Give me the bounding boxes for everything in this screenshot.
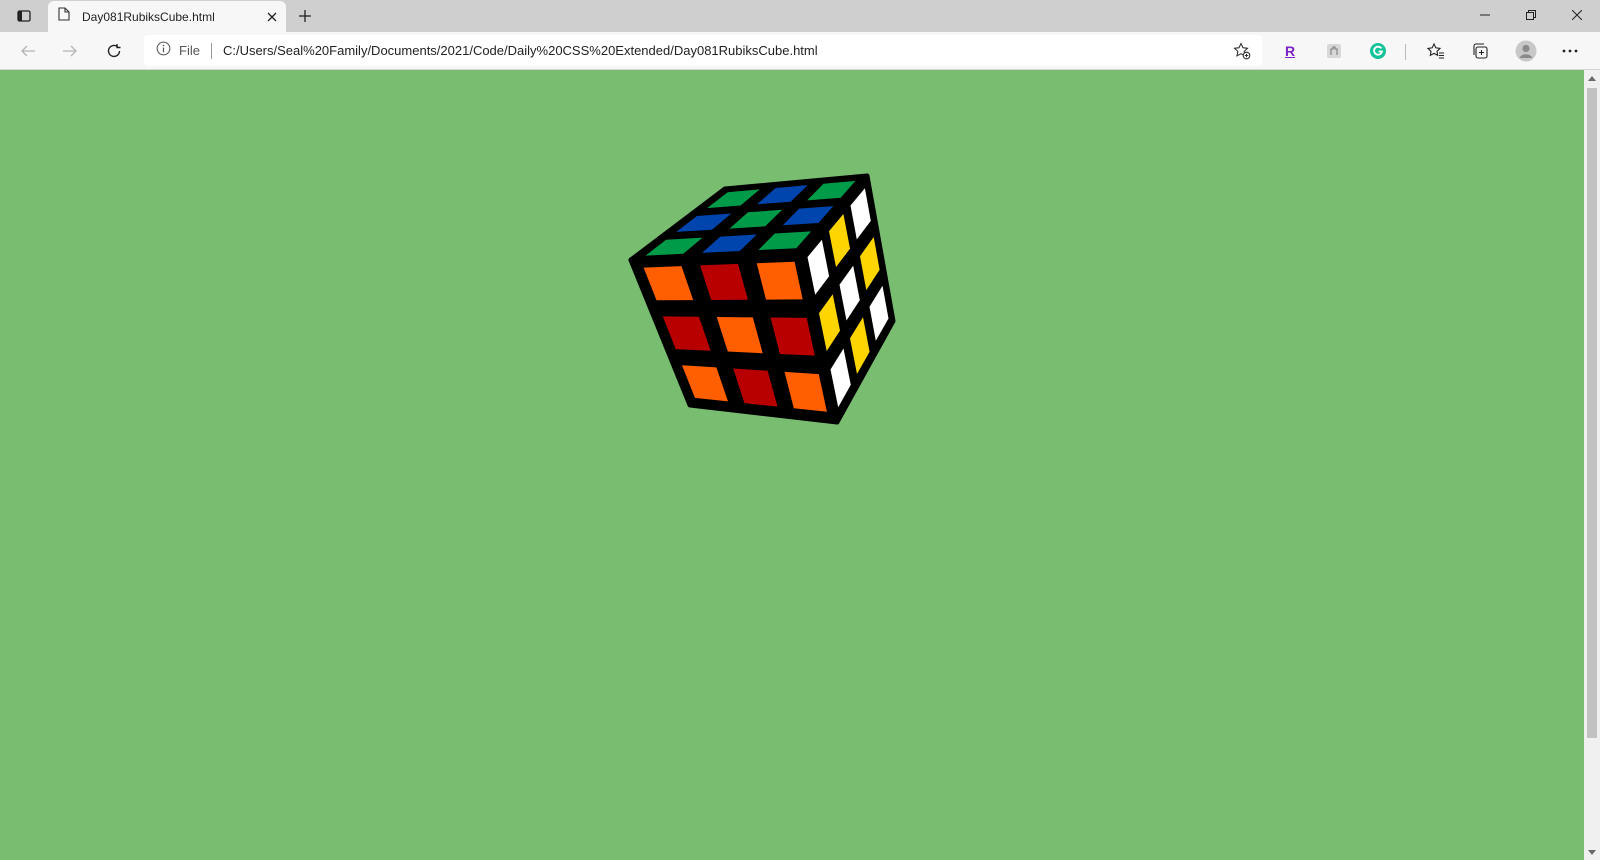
tab-title: Day081RubiksCube.html (82, 9, 215, 24)
arrow-right-icon[interactable] (54, 35, 86, 67)
info-icon[interactable] (156, 41, 171, 61)
extension-puzzle-icon[interactable] (1318, 35, 1350, 67)
scheme-label: File (179, 43, 200, 58)
extension-r[interactable]: R (1274, 35, 1306, 67)
collections-icon[interactable] (1464, 35, 1496, 67)
title-bar: Day081RubiksCube.html (0, 0, 1600, 32)
address-divider (210, 42, 212, 59)
vertical-scrollbar[interactable] (1584, 70, 1600, 860)
refresh-icon[interactable] (98, 35, 130, 67)
page-viewport (0, 70, 1584, 860)
close-window-icon[interactable] (1554, 0, 1600, 30)
scroll-up-icon[interactable] (1584, 70, 1600, 86)
scroll-thumb[interactable] (1587, 88, 1597, 738)
favorites-icon[interactable] (1420, 35, 1452, 67)
toolbar: File C:/Users/Seal%20Family/Documents/20… (0, 32, 1600, 70)
profile-icon[interactable] (1510, 35, 1542, 67)
grammarly-icon[interactable] (1362, 35, 1394, 67)
plus-icon[interactable] (292, 4, 318, 28)
toolbar-divider (1405, 44, 1406, 60)
scroll-down-icon[interactable] (1584, 844, 1600, 860)
address-bar[interactable]: File C:/Users/Seal%20Family/Documents/20… (144, 35, 1262, 66)
svg-text:R: R (1285, 43, 1295, 59)
star-plus-icon[interactable] (1230, 39, 1254, 63)
restore-icon[interactable] (1508, 0, 1554, 30)
url-text[interactable]: C:/Users/Seal%20Family/Documents/2021/Co… (223, 43, 818, 58)
rubiks-cube (628, 173, 896, 425)
page-icon (58, 7, 70, 26)
more-icon[interactable] (1554, 35, 1586, 67)
arrow-left-icon[interactable] (12, 35, 44, 67)
close-icon[interactable] (258, 3, 286, 31)
minimize-icon[interactable] (1462, 0, 1508, 30)
tab-actions-icon[interactable] (8, 4, 40, 28)
browser-tab[interactable]: Day081RubiksCube.html (48, 1, 286, 32)
